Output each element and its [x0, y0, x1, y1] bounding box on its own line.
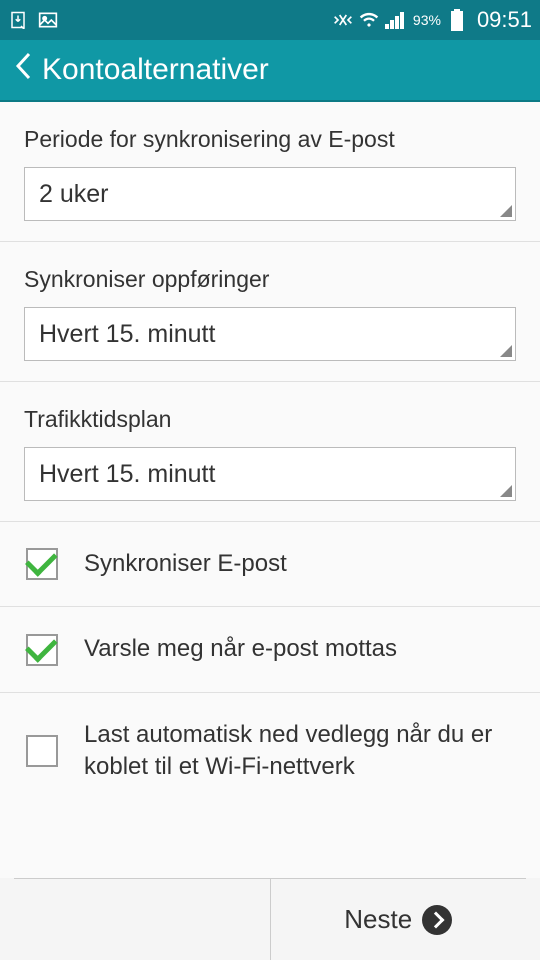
next-label: Neste: [344, 904, 412, 935]
sync-period-spinner[interactable]: 2 uker: [24, 167, 516, 221]
page-title: Kontoalternativer: [42, 53, 269, 87]
traffic-plan-spinner[interactable]: Hvert 15. minutt: [24, 447, 516, 501]
traffic-plan-label: Trafikktidsplan: [24, 406, 516, 433]
footer: Neste: [14, 878, 526, 960]
notify-checkbox[interactable]: [26, 634, 58, 666]
auto-download-checkbox[interactable]: [26, 735, 58, 767]
back-icon[interactable]: [14, 51, 32, 89]
app-bar: Kontoalternativer: [0, 40, 540, 102]
sync-period-section: Periode for synkronisering av E-post 2 u…: [0, 102, 540, 242]
traffic-plan-value: Hvert 15. minutt: [39, 460, 215, 489]
sync-entries-spinner[interactable]: Hvert 15. minutt: [24, 307, 516, 361]
footer-spacer: [14, 879, 271, 960]
wifi-icon: [359, 10, 379, 30]
notify-label: Varsle meg når e-post mottas: [84, 633, 397, 665]
sync-entries-section: Synkroniser oppføringer Hvert 15. minutt: [0, 242, 540, 382]
sync-email-label: Synkroniser E-post: [84, 548, 287, 580]
auto-download-row[interactable]: Last automatisk ned vedlegg når du er ko…: [0, 693, 540, 810]
sync-entries-value: Hvert 15. minutt: [39, 320, 215, 349]
sync-period-value: 2 uker: [39, 180, 108, 209]
chevron-right-icon: [422, 905, 452, 935]
traffic-plan-section: Trafikktidsplan Hvert 15. minutt: [0, 382, 540, 522]
signal-icon: [385, 10, 405, 30]
next-button[interactable]: Neste: [271, 879, 527, 960]
auto-download-label: Last automatisk ned vedlegg når du er ko…: [84, 719, 516, 784]
status-bar: 93% 09:51: [0, 0, 540, 40]
sync-email-checkbox[interactable]: [26, 548, 58, 580]
status-time: 09:51: [477, 7, 532, 33]
battery-icon: [447, 10, 467, 30]
vibrate-icon: [333, 10, 353, 30]
sync-email-row[interactable]: Synkroniser E-post: [0, 522, 540, 607]
sync-period-label: Periode for synkronisering av E-post: [24, 126, 516, 153]
sync-entries-label: Synkroniser oppføringer: [24, 266, 516, 293]
content-area: Periode for synkronisering av E-post 2 u…: [0, 102, 540, 878]
picture-icon: [38, 10, 58, 30]
download-icon: [8, 10, 28, 30]
notify-row[interactable]: Varsle meg når e-post mottas: [0, 607, 540, 692]
battery-percent: 93%: [413, 12, 441, 28]
